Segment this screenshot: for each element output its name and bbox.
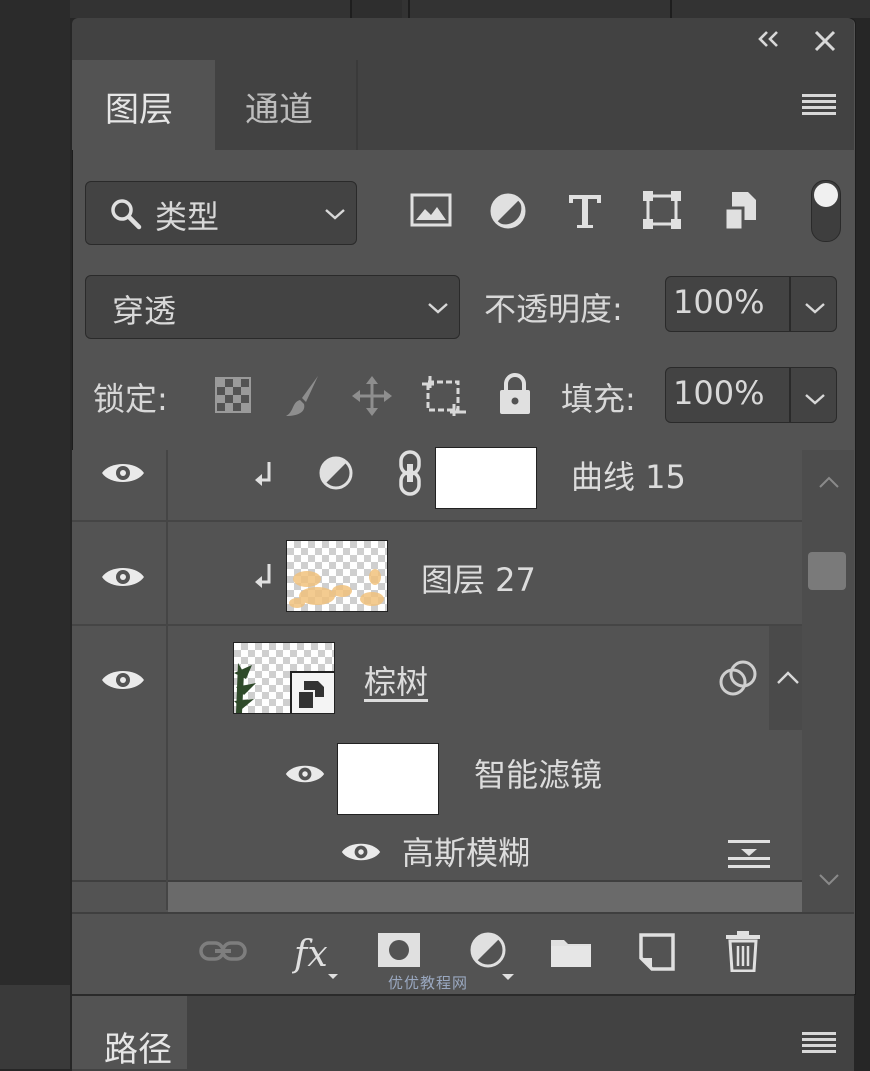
shape-filter-icon[interactable]: [642, 190, 682, 234]
paths-panel-header: [72, 994, 854, 1071]
svg-text:fx: fx: [292, 934, 328, 975]
link-layers-icon[interactable]: [199, 937, 247, 969]
blend-mode-value: 穿透: [112, 292, 177, 330]
paths-menu-icon[interactable]: [802, 1030, 836, 1060]
workspace-left: [0, 0, 70, 1069]
smart-object-badge-bg: [290, 671, 334, 713]
adjustment-layer-icon: [318, 455, 354, 495]
tab-paths-label: 路径: [104, 1030, 172, 1070]
workspace-strip: [0, 985, 70, 1069]
filter-toggle-knob: [814, 183, 838, 207]
close-icon[interactable]: [812, 28, 838, 58]
chevron-up-icon[interactable]: [776, 670, 800, 690]
chevron-down-icon: [427, 300, 449, 319]
opacity-value[interactable]: 100%: [673, 283, 764, 321]
scroll-up-icon[interactable]: [818, 474, 840, 493]
layer-name[interactable]: 图层 27: [421, 555, 536, 601]
tab-layers-label: 图层: [105, 90, 173, 130]
lock-move-icon[interactable]: [350, 374, 394, 422]
smart-filter-label[interactable]: 智能滤镜: [474, 750, 602, 796]
lock-all-icon[interactable]: [497, 373, 533, 419]
fill-label: 填充:: [561, 380, 636, 418]
blend-options-icon[interactable]: [717, 660, 761, 702]
scroll-down-icon[interactable]: [818, 872, 840, 891]
link-icon[interactable]: [396, 450, 424, 500]
layer-mask-thumbnail[interactable]: [435, 447, 537, 509]
add-mask-icon[interactable]: [377, 932, 421, 972]
type-filter-icon[interactable]: [566, 191, 604, 235]
filter-name[interactable]: 高斯模糊: [402, 828, 530, 874]
eye-icon[interactable]: [100, 562, 146, 596]
tab-channels[interactable]: 通道: [245, 82, 313, 131]
filter-options-icon[interactable]: [728, 838, 770, 874]
layer-name[interactable]: 棕树: [364, 657, 428, 703]
lock-paint-icon[interactable]: [282, 374, 322, 422]
search-icon: [108, 196, 144, 236]
fx-icon[interactable]: fx: [291, 928, 344, 984]
scroll-thumb[interactable]: [808, 552, 846, 590]
watermark-text: 优优教程网: [388, 974, 469, 992]
adjustment-filter-icon[interactable]: [488, 191, 528, 235]
layer-thumbnail[interactable]: [286, 540, 388, 612]
clip-arrow-icon: [253, 562, 275, 594]
new-layer-icon[interactable]: [638, 932, 676, 976]
layers-scrollbar[interactable]: [802, 450, 854, 912]
smart-filter-mask-thumbnail[interactable]: [337, 743, 439, 815]
next-layer-row-partial[interactable]: [168, 882, 802, 912]
image-filter-icon[interactable]: [410, 192, 452, 232]
field-divider: [789, 368, 791, 422]
eye-icon[interactable]: [284, 760, 326, 792]
workspace-top: [70, 0, 870, 18]
new-group-icon[interactable]: [550, 934, 592, 972]
tab-divider: [356, 60, 358, 150]
lock-transparent-icon[interactable]: [215, 377, 251, 417]
delete-layer-icon[interactable]: [724, 930, 762, 976]
chevron-down-icon[interactable]: [804, 300, 826, 319]
field-divider: [789, 277, 791, 331]
eye-icon[interactable]: [100, 458, 146, 492]
opacity-label: 不透明度:: [484, 290, 623, 328]
new-adjustment-icon[interactable]: [468, 930, 520, 984]
panel-menu-icon[interactable]: [802, 92, 836, 122]
layer-name[interactable]: 曲线 15: [571, 452, 686, 498]
panel-titlebar[interactable]: [72, 18, 854, 58]
chevron-down-icon[interactable]: [804, 391, 826, 410]
filter-kind-label: 类型: [155, 198, 220, 236]
eye-icon[interactable]: [340, 838, 382, 870]
lock-label: 锁定:: [93, 380, 168, 418]
chevron-down-icon: [324, 206, 346, 225]
collapse-icon[interactable]: [756, 28, 782, 54]
fill-value[interactable]: 100%: [673, 374, 764, 412]
smart-object-filter-icon[interactable]: [722, 190, 758, 236]
eye-icon[interactable]: [100, 665, 146, 699]
clip-arrow-icon: [253, 460, 275, 492]
lock-artboard-icon[interactable]: [420, 374, 468, 422]
smart-object-thumbnail[interactable]: [233, 642, 335, 714]
filter-toggle[interactable]: [811, 180, 841, 242]
